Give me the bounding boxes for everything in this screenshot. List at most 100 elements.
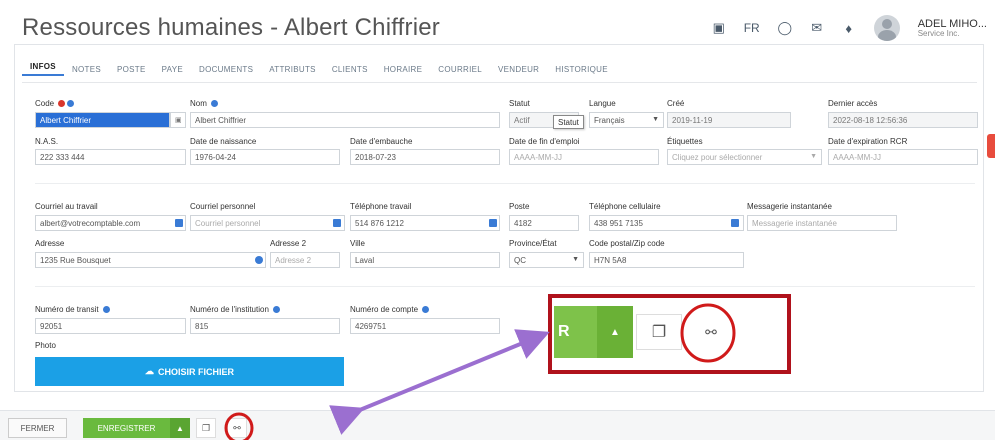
help-icon[interactable] bbox=[422, 306, 430, 314]
tab-courriel[interactable]: COURRIEL bbox=[430, 65, 490, 74]
tab-notes[interactable]: NOTES bbox=[64, 65, 109, 74]
help-icon[interactable] bbox=[211, 100, 219, 108]
tab-bar: INFOS NOTES POSTE PAYE DOCUMENTS ATTRIBU… bbox=[22, 58, 616, 80]
side-tab[interactable] bbox=[987, 134, 995, 158]
save-button[interactable]: ENREGISTRER bbox=[83, 418, 170, 438]
tel-travail-input[interactable]: 514 876 1212 bbox=[350, 215, 500, 231]
tabs-divider bbox=[22, 82, 977, 83]
cree-label: Créé bbox=[667, 99, 685, 108]
user-company: Service Inc. bbox=[917, 28, 960, 38]
date-fin-label: Date de fin d'emploi bbox=[509, 137, 580, 146]
chevron-up-icon: ▲ bbox=[610, 326, 620, 338]
key-icon: ⚯ bbox=[233, 422, 241, 433]
zoom-key-button: ⚯ bbox=[688, 314, 734, 350]
user-name: ADEL MIHO... bbox=[917, 17, 987, 30]
help-icon[interactable] bbox=[67, 100, 75, 108]
code-postal-input[interactable]: H7N 5A8 bbox=[589, 252, 744, 268]
adresse2-input[interactable]: Adresse 2 bbox=[270, 252, 340, 268]
nom-input[interactable]: Albert Chiffrier bbox=[190, 112, 500, 128]
province-select[interactable]: QC ▼ bbox=[509, 252, 584, 268]
dernier-acces-input: 2022-08-18 12:56:36 bbox=[828, 112, 978, 128]
email-icon[interactable] bbox=[175, 219, 183, 227]
province-label: Province/État bbox=[509, 239, 557, 248]
institution-input[interactable]: 815 bbox=[190, 318, 340, 334]
etiquettes-placeholder: Cliquez pour sélectionner bbox=[672, 153, 763, 162]
code-input[interactable]: Albert Chiffrier bbox=[35, 112, 170, 128]
chevron-up-icon: ▲ bbox=[176, 423, 184, 433]
graduation-cap-icon[interactable]: ▣ bbox=[712, 20, 726, 35]
date-naissance-input[interactable]: 1976-04-24 bbox=[190, 149, 340, 165]
adresse-input[interactable]: 1235 Rue Bousquet bbox=[35, 252, 266, 268]
cree-input: 2019-11-19 bbox=[667, 112, 791, 128]
langue-select[interactable]: Français ▼ bbox=[589, 112, 664, 128]
email-icon[interactable] bbox=[333, 219, 341, 227]
tab-horaire[interactable]: HORAIRE bbox=[376, 65, 431, 74]
date-embauche-input[interactable]: 2018-07-23 bbox=[350, 149, 500, 165]
etiquettes-label: Étiquettes bbox=[667, 137, 703, 146]
courriel-travail-input[interactable]: albert@votrecomptable.com bbox=[35, 215, 186, 231]
top-toolbar: ▣ FR ◯ ✉ ♦ ADEL MIHO... Service Inc. bbox=[712, 10, 987, 46]
ville-label: Ville bbox=[350, 239, 365, 248]
code-label: Code bbox=[35, 99, 75, 108]
location-icon[interactable] bbox=[255, 256, 263, 264]
etiquettes-select[interactable]: Cliquez pour sélectionner ▼ bbox=[667, 149, 822, 165]
tab-infos[interactable]: INFOS bbox=[22, 62, 64, 76]
bell-icon[interactable]: ♦ bbox=[842, 21, 856, 36]
date-rcr-label: Date d'expiration RCR bbox=[828, 137, 908, 146]
tab-historique[interactable]: HISTORIQUE bbox=[547, 65, 616, 74]
dernier-acces-label: Dernier accès bbox=[828, 99, 878, 108]
tab-vendeur[interactable]: VENDEUR bbox=[490, 65, 547, 74]
tab-attributs[interactable]: ATTRIBUTS bbox=[261, 65, 324, 74]
transit-input[interactable]: 92051 bbox=[35, 318, 186, 334]
tab-poste[interactable]: POSTE bbox=[109, 65, 154, 74]
copy-button[interactable]: ❐ bbox=[196, 418, 216, 438]
key-button[interactable]: ⚯ bbox=[227, 418, 247, 438]
nas-input[interactable]: 222 333 444 bbox=[35, 149, 186, 165]
cloud-upload-icon: ☁ bbox=[144, 366, 154, 376]
chevron-down-icon: ▼ bbox=[572, 256, 579, 263]
institution-label: Numéro de l'institution bbox=[190, 305, 281, 314]
help-icon[interactable] bbox=[102, 306, 110, 314]
close-button[interactable]: FERMER bbox=[8, 418, 67, 438]
tab-paye[interactable]: PAYE bbox=[154, 65, 191, 74]
compte-input[interactable]: 4269751 bbox=[350, 318, 500, 334]
save-dropdown-button[interactable]: ▲ bbox=[170, 418, 190, 438]
adresse-label: Adresse bbox=[35, 239, 65, 248]
chevron-down-icon: ▼ bbox=[652, 116, 659, 123]
code-info-icon[interactable]: ▣ bbox=[170, 112, 186, 128]
language-switch[interactable]: FR bbox=[744, 21, 760, 35]
nom-label: Nom bbox=[190, 99, 219, 108]
user-menu[interactable]: ADEL MIHO... Service Inc. bbox=[918, 18, 987, 39]
chat-icon[interactable]: ✉ bbox=[810, 20, 824, 35]
tab-documents[interactable]: DOCUMENTS bbox=[191, 65, 261, 74]
courriel-perso-input[interactable]: Courriel personnel bbox=[190, 215, 345, 231]
date-fin-input[interactable]: AAAA-MM-JJ bbox=[509, 149, 659, 165]
compte-label: Numéro de compte bbox=[350, 305, 430, 314]
ville-input[interactable]: Laval bbox=[350, 252, 500, 268]
tab-clients[interactable]: CLIENTS bbox=[324, 65, 376, 74]
poste-input[interactable]: 4182 bbox=[509, 215, 579, 231]
required-icon bbox=[58, 100, 66, 108]
copy-icon: ❐ bbox=[201, 422, 211, 433]
phone-icon[interactable] bbox=[489, 219, 497, 227]
tel-cell-input[interactable]: 438 951 7135 bbox=[589, 215, 744, 231]
tel-cell-label: Téléphone cellulaire bbox=[589, 202, 661, 211]
avatar[interactable] bbox=[873, 15, 900, 41]
date-rcr-input[interactable]: AAAA-MM-JJ bbox=[828, 149, 978, 165]
nas-label: N.A.S. bbox=[35, 137, 59, 146]
messagerie-input[interactable]: Messagerie instantanée bbox=[747, 215, 897, 231]
messagerie-label: Messagerie instantanée bbox=[747, 202, 832, 211]
help-icon[interactable] bbox=[273, 306, 281, 314]
choose-file-button[interactable]: ☁ CHOISIR FICHIER bbox=[35, 357, 344, 386]
section-divider bbox=[35, 286, 975, 287]
courriel-travail-label: Courriel au travail bbox=[35, 202, 98, 211]
code-postal-label: Code postal/Zip code bbox=[589, 239, 665, 248]
section-divider bbox=[35, 183, 975, 184]
choose-file-label: CHOISIR FICHIER bbox=[157, 366, 234, 377]
copy-icon: ❐ bbox=[651, 324, 667, 341]
transit-label: Numéro de transit bbox=[35, 305, 110, 314]
clock-icon[interactable]: ◯ bbox=[777, 20, 792, 35]
langue-label: Langue bbox=[589, 99, 616, 108]
zoom-dropdown-button: ▲ bbox=[597, 306, 633, 358]
phone-icon[interactable] bbox=[731, 219, 739, 227]
